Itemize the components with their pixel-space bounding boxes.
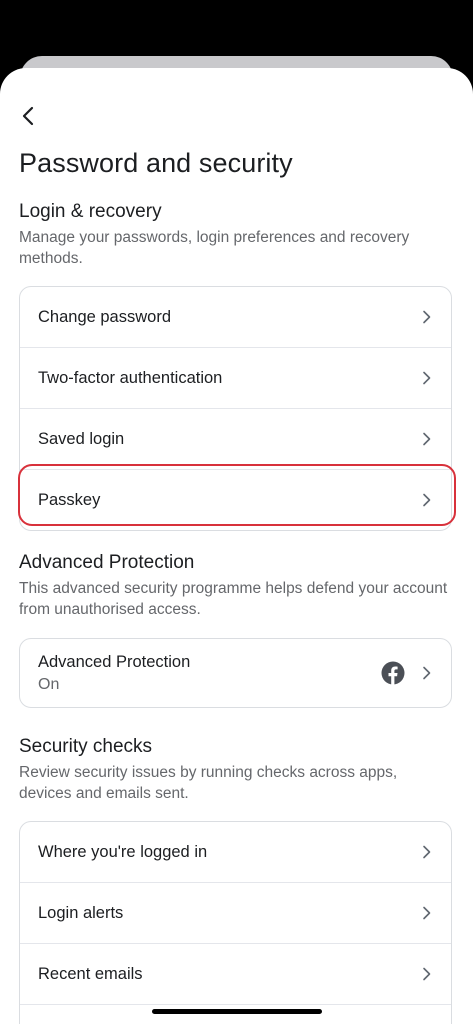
section-title-security-checks: Security checks <box>19 736 153 757</box>
passkey-item[interactable]: Passkey <box>20 470 451 530</box>
list-item-partially-visible[interactable] <box>20 1005 451 1024</box>
where-logged-in-label: Where you're logged in <box>38 842 208 861</box>
chevron-right-icon <box>419 432 433 446</box>
advanced-protection-label: Advanced Protection <box>38 652 191 671</box>
chevron-right-icon <box>419 666 433 680</box>
chevron-right-icon <box>419 310 433 324</box>
section-description-advanced-protection: This advanced security programme helps d… <box>19 580 448 618</box>
security-checks-card: Where you're logged in Login alerts Rece… <box>19 821 452 1024</box>
recent-emails-label: Recent emails <box>38 964 143 983</box>
chevron-right-icon <box>419 967 433 981</box>
chevron-right-icon <box>419 845 433 859</box>
saved-login-item[interactable]: Saved login <box>20 409 451 470</box>
chevron-left-icon <box>22 106 34 126</box>
page-title: Password and security <box>19 148 293 178</box>
chevron-right-icon <box>419 906 433 920</box>
chevron-right-icon <box>419 493 433 507</box>
advanced-protection-item[interactable]: Advanced Protection On <box>20 639 451 707</box>
chevron-right-icon <box>419 371 433 385</box>
settings-sheet: Password and security Login & recovery M… <box>0 68 473 1024</box>
advanced-protection-card: Advanced Protection On <box>19 638 452 708</box>
two-factor-authentication-item[interactable]: Two-factor authentication <box>20 348 451 409</box>
saved-login-label: Saved login <box>38 429 125 448</box>
login-recovery-card: Change password Two-factor authenticatio… <box>19 286 452 531</box>
section-description-login-recovery: Manage your passwords, login preferences… <box>19 229 410 267</box>
login-alerts-item[interactable]: Login alerts <box>20 883 451 944</box>
where-logged-in-item[interactable]: Where you're logged in <box>20 822 451 883</box>
change-password-item[interactable]: Change password <box>20 287 451 348</box>
home-indicator <box>152 1009 322 1014</box>
passkey-label: Passkey <box>38 490 101 509</box>
advanced-protection-text: Advanced Protection On <box>38 653 381 694</box>
advanced-protection-status: On <box>38 675 60 693</box>
recent-emails-item[interactable]: Recent emails <box>20 944 451 1005</box>
change-password-label: Change password <box>38 307 171 326</box>
two-factor-authentication-label: Two-factor authentication <box>38 368 223 387</box>
section-description-security-checks: Review security issues by running checks… <box>19 764 398 802</box>
back-button[interactable] <box>14 102 42 130</box>
facebook-icon <box>381 661 405 685</box>
section-title-advanced-protection: Advanced Protection <box>19 552 195 573</box>
login-alerts-label: Login alerts <box>38 903 124 922</box>
section-title-login-recovery: Login & recovery <box>19 201 162 222</box>
